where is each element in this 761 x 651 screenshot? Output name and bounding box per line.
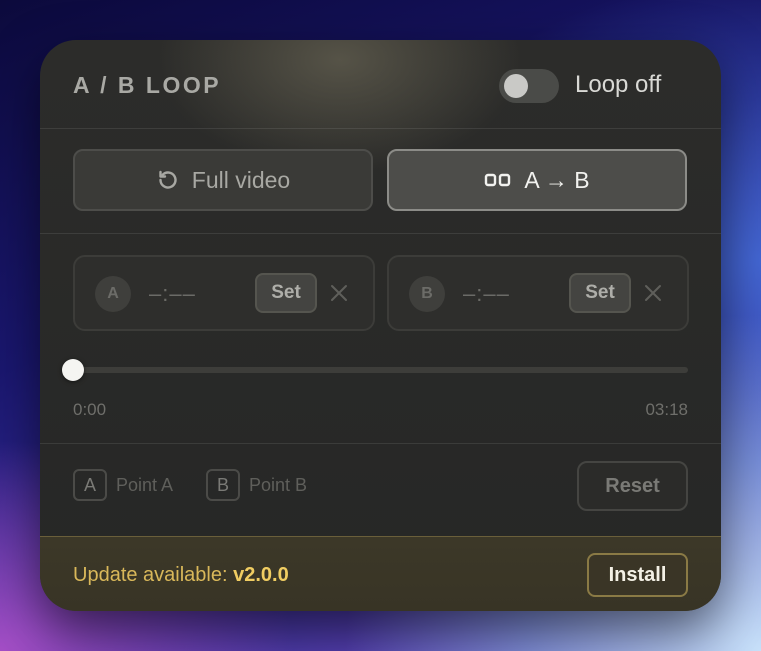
legend-point-b: B Point B xyxy=(206,469,307,501)
update-version: v2.0.0 xyxy=(233,564,289,586)
close-icon xyxy=(331,285,347,301)
legend-b-key: B xyxy=(206,469,240,501)
timeline-end-time: 03:18 xyxy=(645,400,688,419)
update-banner: Update available: v2.0.0 Install xyxy=(40,536,721,611)
legend-a-label: Point A xyxy=(116,474,174,495)
timeline-thumb[interactable] xyxy=(62,359,84,381)
rotate-ccw-icon xyxy=(156,168,180,192)
close-icon xyxy=(645,285,661,301)
ab-loop-label: A → B xyxy=(524,166,590,193)
ab-loop-button[interactable]: A → B xyxy=(387,149,687,211)
ab-loop-panel: A / B LOOP Loop off Full video A → B A –… xyxy=(40,40,721,611)
clear-point-b-button[interactable] xyxy=(641,281,665,305)
loop-toggle[interactable] xyxy=(499,69,559,103)
section-divider xyxy=(40,233,721,234)
legend-b-label: Point B xyxy=(249,474,308,495)
point-b-badge: B xyxy=(409,276,445,312)
point-a-card: A –:–– Set xyxy=(73,255,375,331)
update-message: Update available: v2.0.0 xyxy=(73,564,289,587)
panel-title: A / B LOOP xyxy=(73,72,222,98)
point-b-card: B –:–– Set xyxy=(387,255,689,331)
full-video-label: Full video xyxy=(191,166,291,193)
legend-point-a: A Point A xyxy=(73,469,173,501)
toggle-knob xyxy=(504,74,528,98)
point-a-badge: A xyxy=(95,276,131,312)
full-video-button[interactable]: Full video xyxy=(73,149,373,211)
reset-button[interactable]: Reset xyxy=(577,461,688,511)
set-point-b-button[interactable]: Set xyxy=(569,273,631,313)
update-prefix: Update available: xyxy=(73,564,234,586)
point-b-time: –:–– xyxy=(463,281,510,306)
section-divider xyxy=(40,443,721,444)
loop-toggle-label: Loop off xyxy=(575,71,662,98)
point-a-time: –:–– xyxy=(149,281,196,306)
timeline-start-time: 0:00 xyxy=(73,400,107,419)
loop-segment-icon xyxy=(484,172,512,188)
set-point-a-button[interactable]: Set xyxy=(255,273,317,313)
clear-point-a-button[interactable] xyxy=(327,281,351,305)
panel-header: A / B LOOP Loop off xyxy=(40,40,721,129)
timeline-track[interactable] xyxy=(73,367,688,373)
install-button[interactable]: Install xyxy=(587,553,688,597)
legend-a-key: A xyxy=(73,469,107,501)
